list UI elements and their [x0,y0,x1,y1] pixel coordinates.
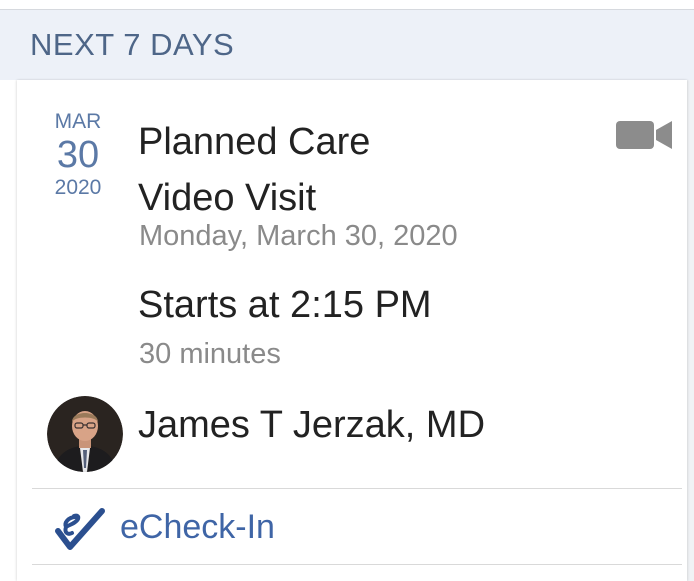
provider-photo [47,396,123,472]
video-camera-icon-graphic [616,121,672,149]
section-header: NEXT 7 DAYS [0,10,694,80]
appointment-start-time: Starts at 2:15 PM [138,284,432,326]
divider [32,488,682,489]
echeckin-label: eCheck-In [120,507,275,546]
date-month: MAR [54,110,102,133]
appointments-screen: NEXT 7 DAYS MAR 30 2020 Planned Care Vid… [0,0,694,581]
background-gutter [687,80,694,581]
section-title: NEXT 7 DAYS [30,27,235,62]
echeckin-button[interactable]: eCheck-In [32,490,682,564]
date-day: 30 [56,134,100,176]
divider [32,564,682,565]
date-year: 2020 [54,176,102,199]
appointment-date-block: MAR 30 2020 [38,110,118,200]
echeckin-icon [55,508,105,550]
appointment-full-date: Monday, March 30, 2020 [139,220,458,252]
appointment-title-line1: Planned Care [138,121,371,163]
appointment-duration: 30 minutes [139,338,281,370]
appointment-title[interactable]: Planned Care Video Visit [138,114,370,226]
top-separator [0,0,694,10]
provider-avatar[interactable] [47,396,123,472]
video-camera-icon [616,118,672,152]
appointment-title-line2: Video Visit [138,177,317,219]
provider-name[interactable]: James T Jerzak, MD [138,404,485,447]
